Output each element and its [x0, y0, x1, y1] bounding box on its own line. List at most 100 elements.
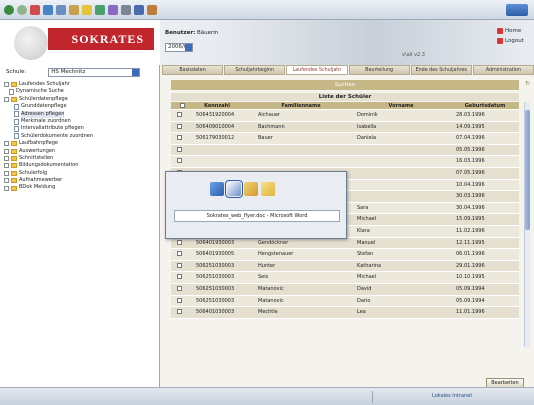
tree-item[interactable]: Dynamische Suche: [4, 88, 158, 96]
row-checkbox[interactable]: [177, 249, 187, 261]
checkbox[interactable]: [177, 158, 182, 164]
tab[interactable]: Basisdaten: [162, 65, 224, 75]
expand-icon[interactable]: [4, 185, 9, 191]
refresh-icon[interactable]: ↻: [525, 80, 530, 87]
checkbox[interactable]: [177, 123, 182, 129]
tree-item[interactable]: Schulerfolg: [4, 170, 158, 177]
checkbox[interactable]: [177, 309, 182, 315]
table-row[interactable]: 506179030012 Bauer Daniela 07.04.1996: [171, 133, 519, 145]
table-row[interactable]: 506401930005 Hengstenauer Stefan 06.01.1996: [171, 249, 519, 261]
table-row[interactable]: 506401030003 Mechtle Lea 11.01.1996: [171, 307, 519, 319]
table-row[interactable]: 506251030003 Seis Michael 10.10.1995: [171, 272, 519, 284]
row-checkbox[interactable]: [177, 296, 187, 308]
expand-icon[interactable]: [4, 170, 9, 176]
row-checkbox[interactable]: [177, 272, 187, 284]
tree-item-label: Schnittstellen: [19, 154, 54, 161]
word-document-icon[interactable]: [225, 180, 243, 198]
row-checkbox[interactable]: [177, 307, 187, 319]
checkbox[interactable]: [177, 297, 182, 303]
column-header[interactable]: Vorname: [361, 102, 441, 110]
tree-item[interactable]: Schülerdokumente zuordnen: [4, 133, 158, 140]
tree-item[interactable]: Schülerdatenpflege: [4, 96, 158, 103]
chevron-down-icon[interactable]: [185, 44, 192, 51]
table-row[interactable]: 506251030003 Hunter Katharina 29.01.1996: [171, 260, 519, 273]
row-checkbox[interactable]: [177, 110, 187, 122]
search-icon[interactable]: [69, 4, 79, 15]
tree-item[interactable]: Laufendes Schuljahr: [4, 81, 158, 88]
mail-icon[interactable]: [108, 4, 118, 15]
column-header[interactable]: Geburtsdatum: [451, 102, 519, 110]
row-checkbox[interactable]: [177, 156, 187, 168]
table-row[interactable]: 506431920004 Aichauer Dominik 28.03.1996: [171, 110, 519, 122]
checkbox[interactable]: [177, 135, 182, 141]
logout-link[interactable]: Logout: [497, 38, 524, 44]
tab[interactable]: Ende des Schuljahres: [410, 65, 472, 75]
expand-icon[interactable]: [4, 82, 9, 88]
select-all-checkbox[interactable]: [177, 102, 187, 110]
discuss-icon[interactable]: [147, 4, 157, 15]
tab[interactable]: Administration: [472, 65, 534, 75]
row-checkbox[interactable]: [177, 284, 187, 296]
tree-item[interactable]: Intervallattribute pflegen: [4, 125, 158, 133]
internet-explorer-icon[interactable]: [210, 182, 224, 196]
refresh-icon[interactable]: [43, 4, 53, 15]
row-checkbox[interactable]: [177, 238, 187, 250]
table-row[interactable]: 05.05.1996: [171, 144, 519, 157]
tree-item[interactable]: Adressen pflegen: [4, 110, 158, 118]
tree-item[interactable]: Merkmale zuordnen: [4, 118, 158, 125]
checkbox[interactable]: [177, 239, 182, 245]
table-row[interactable]: 16.03.1996: [171, 156, 519, 168]
checkbox[interactable]: [177, 112, 182, 117]
column-header[interactable]: Kennzahl: [187, 102, 247, 110]
tab[interactable]: Laufendes Schuljahr: [286, 65, 348, 75]
tree-item-label: Adressen pflegen: [21, 110, 65, 118]
tree-item[interactable]: Schnittstellen: [4, 155, 158, 162]
home-icon[interactable]: [56, 4, 66, 15]
tab[interactable]: Schuljahrbeginn: [224, 65, 286, 75]
tab[interactable]: Beurteilung: [348, 65, 410, 75]
folder-icon[interactable]: [261, 182, 275, 196]
checkbox[interactable]: [177, 251, 182, 257]
back-icon[interactable]: [4, 4, 14, 15]
expand-icon[interactable]: [4, 163, 9, 169]
row-checkbox[interactable]: [177, 133, 187, 145]
column-header[interactable]: Familienname: [251, 102, 351, 110]
logout-icon: [497, 38, 503, 44]
chevron-down-icon[interactable]: [132, 68, 140, 76]
tree-item[interactable]: Aufnahmewerber: [4, 177, 158, 184]
checkbox[interactable]: [177, 274, 182, 280]
checkbox[interactable]: [177, 146, 182, 152]
tree-item[interactable]: BDok Meldung: [4, 184, 158, 191]
print-icon[interactable]: [121, 4, 131, 15]
expand-icon[interactable]: [4, 156, 9, 162]
home-link[interactable]: Home: [497, 28, 521, 34]
history-icon[interactable]: [95, 4, 105, 15]
table-scrollbar[interactable]: [524, 102, 530, 347]
checkbox[interactable]: [177, 262, 182, 268]
expand-icon[interactable]: [4, 96, 9, 102]
tree-item[interactable]: Auswertungen: [4, 148, 158, 155]
help-icon[interactable]: [244, 182, 258, 196]
edit-icon[interactable]: [134, 4, 144, 15]
stop-icon[interactable]: [30, 4, 40, 15]
checkbox[interactable]: [177, 285, 182, 291]
table-row[interactable]: 506409010004 Bachmann Isabella 14.09.1995: [171, 121, 519, 134]
checkbox[interactable]: [179, 103, 185, 108]
row-checkbox[interactable]: [177, 145, 187, 157]
tree-item[interactable]: Grunddatenpflege: [4, 103, 158, 110]
expand-icon[interactable]: [4, 148, 9, 154]
expand-icon[interactable]: [4, 141, 9, 147]
favorites-icon[interactable]: [82, 4, 92, 15]
row-checkbox[interactable]: [177, 261, 187, 273]
expand-icon[interactable]: [4, 178, 9, 184]
table-row[interactable]: 506251030003 Matanovic Dario 05.09.1994: [171, 295, 519, 308]
tree-item[interactable]: Laufbahnpflege: [4, 140, 158, 147]
forward-icon[interactable]: [17, 4, 27, 15]
scrollbar-thumb[interactable]: [525, 110, 530, 230]
school-year-select[interactable]: 2006/07: [165, 43, 193, 52]
table-row[interactable]: 506251030003 Matanovic David 05.09.1994: [171, 283, 519, 296]
school-select[interactable]: HS Mechnitz: [48, 67, 141, 77]
tree-item[interactable]: Bildungsdokumentation: [4, 162, 158, 169]
row-checkbox[interactable]: [177, 122, 187, 134]
table-row[interactable]: 506401930003 Gendöckner Manuel 12.11.1995: [171, 237, 519, 250]
